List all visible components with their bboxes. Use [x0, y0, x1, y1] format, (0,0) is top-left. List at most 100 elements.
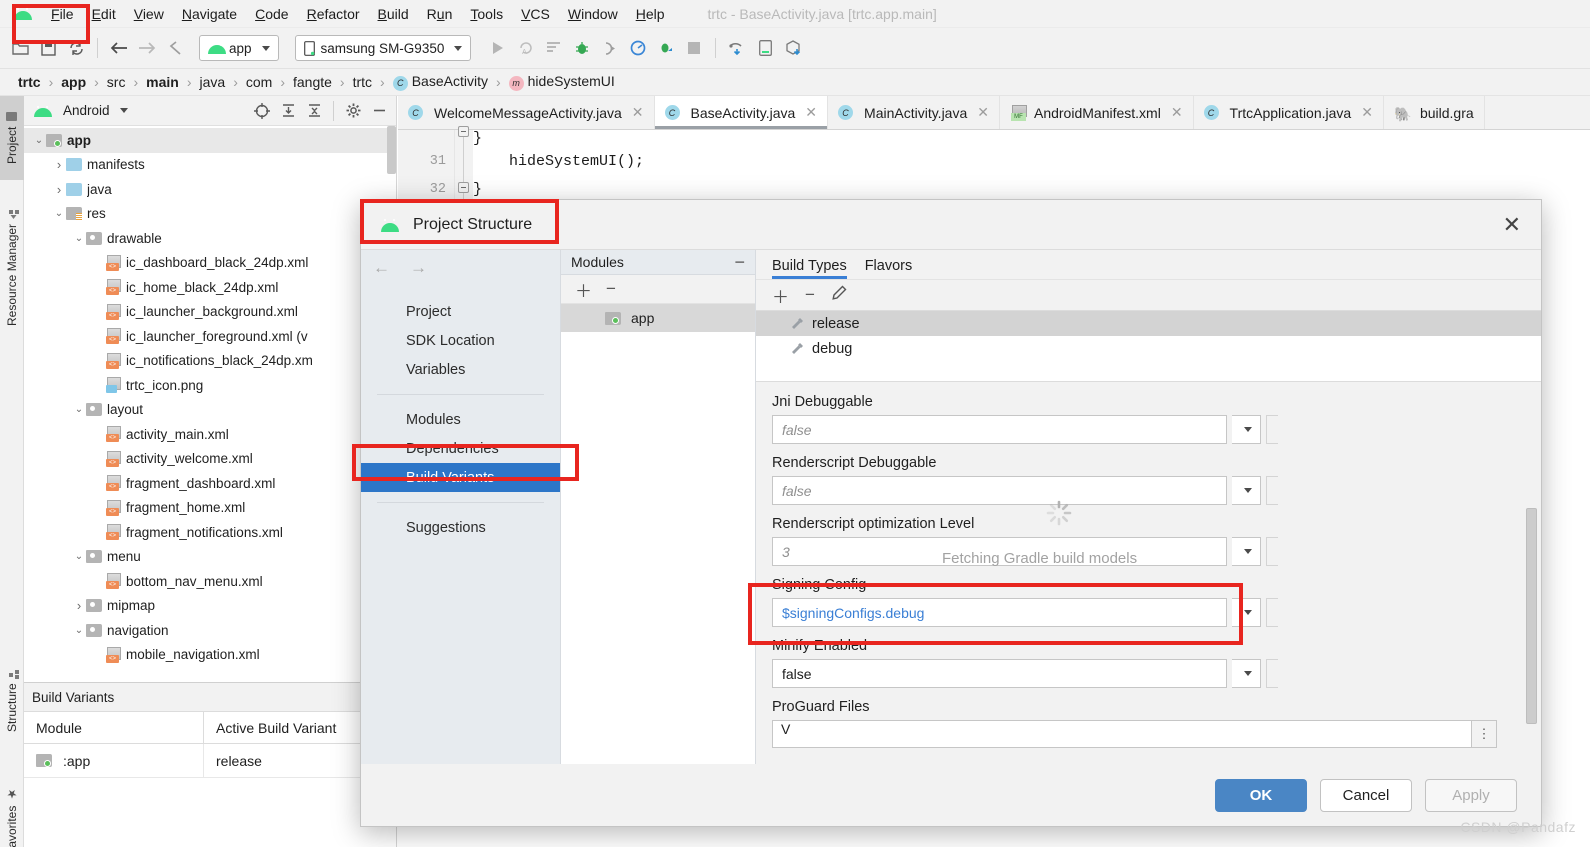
plus-icon[interactable]: ＋ [575, 277, 592, 302]
breadcrumb-item-0[interactable]: trtc [14, 74, 45, 90]
close-icon[interactable]: ✕ [1503, 212, 1521, 238]
dialog-nav-build-variants[interactable]: Build Variants [361, 463, 560, 492]
chevron-down-icon[interactable] [1232, 537, 1261, 566]
menu-item-vcs[interactable]: VCS [512, 3, 559, 25]
menu-item-navigate[interactable]: Navigate [173, 3, 246, 25]
minify-enabled-input[interactable]: false [772, 659, 1227, 688]
dialog-nav-sdk-location[interactable]: SDK Location [361, 326, 560, 355]
plus-icon[interactable]: ＋ [772, 283, 789, 308]
menu-item-run[interactable]: Run [418, 3, 462, 25]
chevron-down-icon[interactable]: ⌄ [72, 551, 86, 562]
chevron-down-icon[interactable]: ⌄ [32, 135, 46, 146]
stop-icon[interactable] [681, 35, 707, 61]
menu-item-file[interactable]: File [42, 3, 83, 25]
close-icon[interactable]: ✕ [977, 104, 989, 121]
cancel-button[interactable]: Cancel [1320, 778, 1412, 812]
signing-config-input[interactable]: $signingConfigs.debug [772, 598, 1227, 627]
tree-node[interactable]: ic_home_black_24dp.xml [24, 275, 396, 300]
chevron-down-icon[interactable] [1232, 415, 1261, 444]
menu-item-edit[interactable]: Edit [83, 3, 125, 25]
minus-icon[interactable]: − [805, 285, 815, 305]
tree-node[interactable]: › java [24, 177, 396, 202]
menu-item-refactor[interactable]: Refactor [298, 3, 369, 25]
editor-tab-baseactivity[interactable]: C BaseActivity.java ✕ [654, 96, 829, 129]
debug-icon[interactable] [569, 35, 595, 61]
tree-node[interactable]: › manifests [24, 153, 396, 178]
device-selector[interactable]: samsung SM-G9350 [294, 35, 472, 61]
back-arrow-icon[interactable] [106, 35, 132, 61]
chevron-down-icon[interactable]: ⌄ [52, 208, 66, 219]
breadcrumb-item-5[interactable]: com [242, 74, 276, 90]
chevron-down-icon[interactable]: ⌄ [72, 404, 86, 415]
chevron-down-icon[interactable]: ⌄ [72, 233, 86, 244]
breadcrumb-item-2[interactable]: src [103, 74, 130, 90]
tree-node[interactable]: activity_main.xml [24, 422, 396, 447]
dialog-nav-dependencies[interactable]: Dependencies [361, 434, 560, 463]
debug-attach-icon[interactable] [653, 35, 679, 61]
profiler-icon[interactable] [625, 35, 651, 61]
chevron-right-icon[interactable]: › [52, 157, 66, 172]
locate-icon[interactable] [251, 100, 273, 122]
sync-gradle-icon[interactable] [724, 35, 750, 61]
build-type-release[interactable]: release [756, 311, 1541, 336]
tree-node[interactable]: fragment_home.xml [24, 496, 396, 521]
up-arrow-icon[interactable] [162, 35, 188, 61]
tree-node[interactable]: bottom_nav_menu.xml [24, 569, 396, 594]
tree-node[interactable]: ic_notifications_black_24dp.xm [24, 349, 396, 374]
sync-icon[interactable] [63, 35, 89, 61]
menu-item-window[interactable]: Window [559, 3, 627, 25]
sidebar-item-favorites[interactable]: Favorites ★ [0, 766, 24, 847]
tree-node[interactable]: activity_welcome.xml [24, 447, 396, 472]
breadcrumb-item-1[interactable]: app [57, 74, 90, 90]
project-tree-scrollbar[interactable] [387, 126, 396, 174]
close-icon[interactable]: ✕ [632, 104, 644, 121]
run-configuration-selector[interactable]: app [199, 35, 279, 61]
build-type-debug[interactable]: debug [756, 336, 1541, 361]
chevron-down-icon[interactable] [119, 108, 128, 113]
editor-tab-mainactivity[interactable]: C MainActivity.java ✕ [828, 96, 1000, 129]
forward-arrow-icon[interactable] [134, 35, 160, 61]
tree-node[interactable]: ⌄ navigation [24, 618, 396, 643]
ellipsis-icon[interactable]: ⋮ [1472, 720, 1497, 748]
attach-debugger-icon[interactable] [597, 35, 623, 61]
apply-button[interactable]: Apply [1425, 778, 1517, 812]
collapse-all-icon[interactable] [303, 100, 325, 122]
tree-node[interactable]: › mipmap [24, 594, 396, 619]
breadcrumb-item-4[interactable]: java [196, 74, 230, 90]
back-arrow-icon[interactable]: ← [373, 258, 390, 278]
project-view-selector-label[interactable]: Android [63, 103, 110, 118]
breadcrumb-item-6[interactable]: fangte [289, 74, 336, 90]
tab-build-types[interactable]: Build Types [772, 258, 847, 279]
tree-node[interactable]: ic_launcher_foreground.xml (v [24, 324, 396, 349]
tree-node[interactable]: ⌄ drawable [24, 226, 396, 251]
tree-node[interactable]: ic_launcher_background.xml [24, 300, 396, 325]
settings-gear-icon[interactable] [342, 100, 364, 122]
open-folder-icon[interactable] [7, 35, 33, 61]
editor-tab-welcomemessageactivity[interactable]: C WelcomeMessageActivity.java ✕ [398, 96, 655, 129]
minus-icon[interactable]: − [734, 253, 745, 271]
modules-list-item-app[interactable]: app [561, 304, 755, 332]
sidebar-item-resource-manager[interactable]: Resource Manager [0, 184, 24, 352]
menu-item-tools[interactable]: Tools [461, 3, 512, 25]
chevron-right-icon[interactable]: › [72, 598, 86, 613]
breadcrumb-item-3[interactable]: main [142, 74, 183, 90]
tree-node[interactable]: ⌄ res [24, 202, 396, 227]
project-tree[interactable]: ⌄app›manifests›java⌄res⌄drawableic_dashb… [24, 126, 396, 682]
ok-button[interactable]: OK [1215, 778, 1307, 812]
tree-node[interactable]: ⌄ layout [24, 398, 396, 423]
tree-node[interactable]: ic_dashboard_black_24dp.xml [24, 251, 396, 276]
tree-node[interactable]: mobile_navigation.xml [24, 643, 396, 668]
breadcrumb-item-9[interactable]: m hideSystemUI [505, 73, 619, 91]
build-types-list[interactable]: release debug [756, 310, 1541, 382]
run-with-coverage-icon[interactable] [541, 35, 567, 61]
run-icon[interactable] [485, 35, 511, 61]
sdk-manager-icon[interactable] [780, 35, 806, 61]
menu-item-build[interactable]: Build [369, 3, 418, 25]
close-icon[interactable]: ✕ [1171, 104, 1183, 121]
rerun-icon[interactable]: A [513, 35, 539, 61]
dialog-scrollbar[interactable] [1526, 508, 1537, 724]
minus-icon[interactable]: − [606, 279, 616, 299]
tree-node[interactable]: fragment_notifications.xml [24, 520, 396, 545]
renderscript-debuggable-input[interactable]: false [772, 476, 1227, 505]
editor-tab-androidmanifest[interactable]: AndroidManifest.xml ✕ [1000, 96, 1194, 129]
